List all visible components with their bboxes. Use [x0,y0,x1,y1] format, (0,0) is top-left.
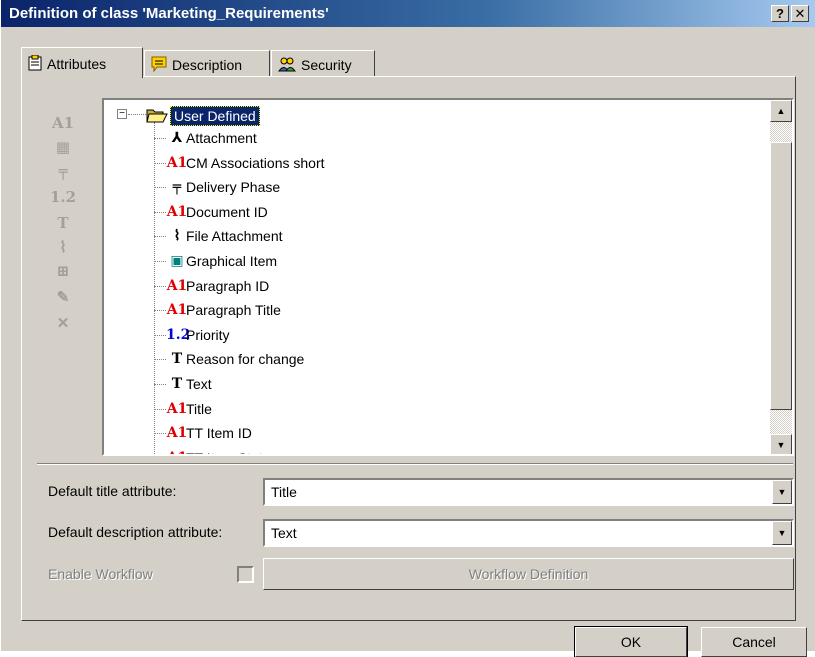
tree-connector [154,162,166,164]
tree-item-label: Graphical Item [186,253,278,269]
tree-item-label: Text [186,376,212,392]
tree-connector [154,211,166,213]
attribute-type-icon: A1 [166,302,188,319]
tree-item-label: File Attachment [186,228,283,245]
vertical-scrollbar[interactable]: ▲ ▼ [770,100,792,454]
tree-root-user-defined[interactable]: User Defined [170,106,260,126]
tree-item-label: Title [186,400,212,417]
scroll-up-button[interactable]: ▲ [770,100,792,122]
attribute-type-icon: A1 [166,203,188,220]
tab-attributes-label: Attributes [47,56,107,72]
tree-item-label: Delivery Phase [186,179,281,196]
tree-item-label: Paragraph ID [186,277,270,294]
tab-security[interactable]: Security [271,50,375,77]
close-button[interactable]: ✕ [791,5,809,22]
attribute-type-icon: ⅄ [171,130,183,146]
clipboard-icon [28,54,42,74]
tab-description-label: Description [172,57,243,73]
attribute-type-icon: ▣ [170,253,184,269]
tree-connector [154,433,166,435]
delete-icon[interactable]: ✕ [49,312,77,334]
tree-connector [154,359,166,361]
tree-connector [154,285,166,287]
edit-icon[interactable]: ✎ [49,286,77,308]
tree-item-label: Paragraph Title [186,302,281,319]
folder-open-icon [146,106,168,127]
attribute-tree[interactable]: − User Defined ⅄ Attachment A1 CM Associati… [102,98,794,456]
cancel-button[interactable]: Cancel [701,627,807,657]
tree-connector [154,187,166,189]
tree-item-label: CM Associations short [186,154,325,171]
tree-connector [154,334,166,336]
tab-security-label: Security [301,57,352,73]
tree-item-label: Priority [186,326,230,343]
tree-connector [154,261,166,262]
root-connector [128,114,148,115]
tree-item-label: TT Item ID [186,425,252,442]
attribute-type-icon: 1.2 [166,326,191,343]
tree-item-label: Document ID [186,203,268,220]
collapse-icon[interactable]: − [117,109,127,119]
file-attachment-icon[interactable]: ⌇ [49,236,77,258]
window-title: Definition of class 'Marketing_Requireme… [9,5,329,22]
tab-attributes[interactable]: Attributes [21,47,143,78]
dialog-window: Definition of class 'Marketing_Requireme… [0,0,815,657]
date-attribute-icon[interactable]: ▦ [49,136,77,158]
tree-connector [154,138,166,139]
tree-item-label: TT Item State [186,446,271,454]
users-icon [278,56,296,75]
number-attribute-icon[interactable]: 1.2 [49,186,77,208]
tree-connector [154,236,166,238]
tree-connector [154,122,155,454]
title-bar: Definition of class 'Marketing_Requireme… [1,0,815,27]
attribute-type-icon: ╤ [172,179,182,196]
attribute-type-icon: A1 [166,400,188,417]
tree-item-label: Reason for change [186,351,305,368]
text-attribute-icon[interactable]: A1 [49,112,77,134]
group-icon[interactable]: ⊞ [49,260,77,282]
scroll-thumb[interactable] [770,142,792,410]
attribute-type-icon: A1 [166,277,188,294]
attribute-type-icon: A1 [166,446,188,454]
attribute-type-icon: A1 [166,154,188,171]
tab-description[interactable]: Description [144,50,270,77]
scroll-down-button[interactable]: ▼ [770,434,792,454]
ok-button[interactable]: OK [574,626,688,657]
tree-connector [154,384,166,385]
tree-connector [154,310,166,312]
tree-connector [154,408,166,410]
tree-item-label: Attachment [186,130,257,146]
attribute-type-icon: T [171,351,183,368]
enumeration-attribute-icon[interactable]: ╤ [49,160,77,182]
rich-text-attribute-icon[interactable]: T [49,212,77,234]
tree-content: − User Defined ⅄ Attachment A1 CM Associati… [104,100,768,454]
attribute-type-icon: ⌇ [173,228,181,245]
note-icon [151,56,167,75]
attribute-type-icon: T [171,376,183,392]
attribute-type-icon: A1 [166,425,188,442]
help-button[interactable]: ? [771,5,789,22]
